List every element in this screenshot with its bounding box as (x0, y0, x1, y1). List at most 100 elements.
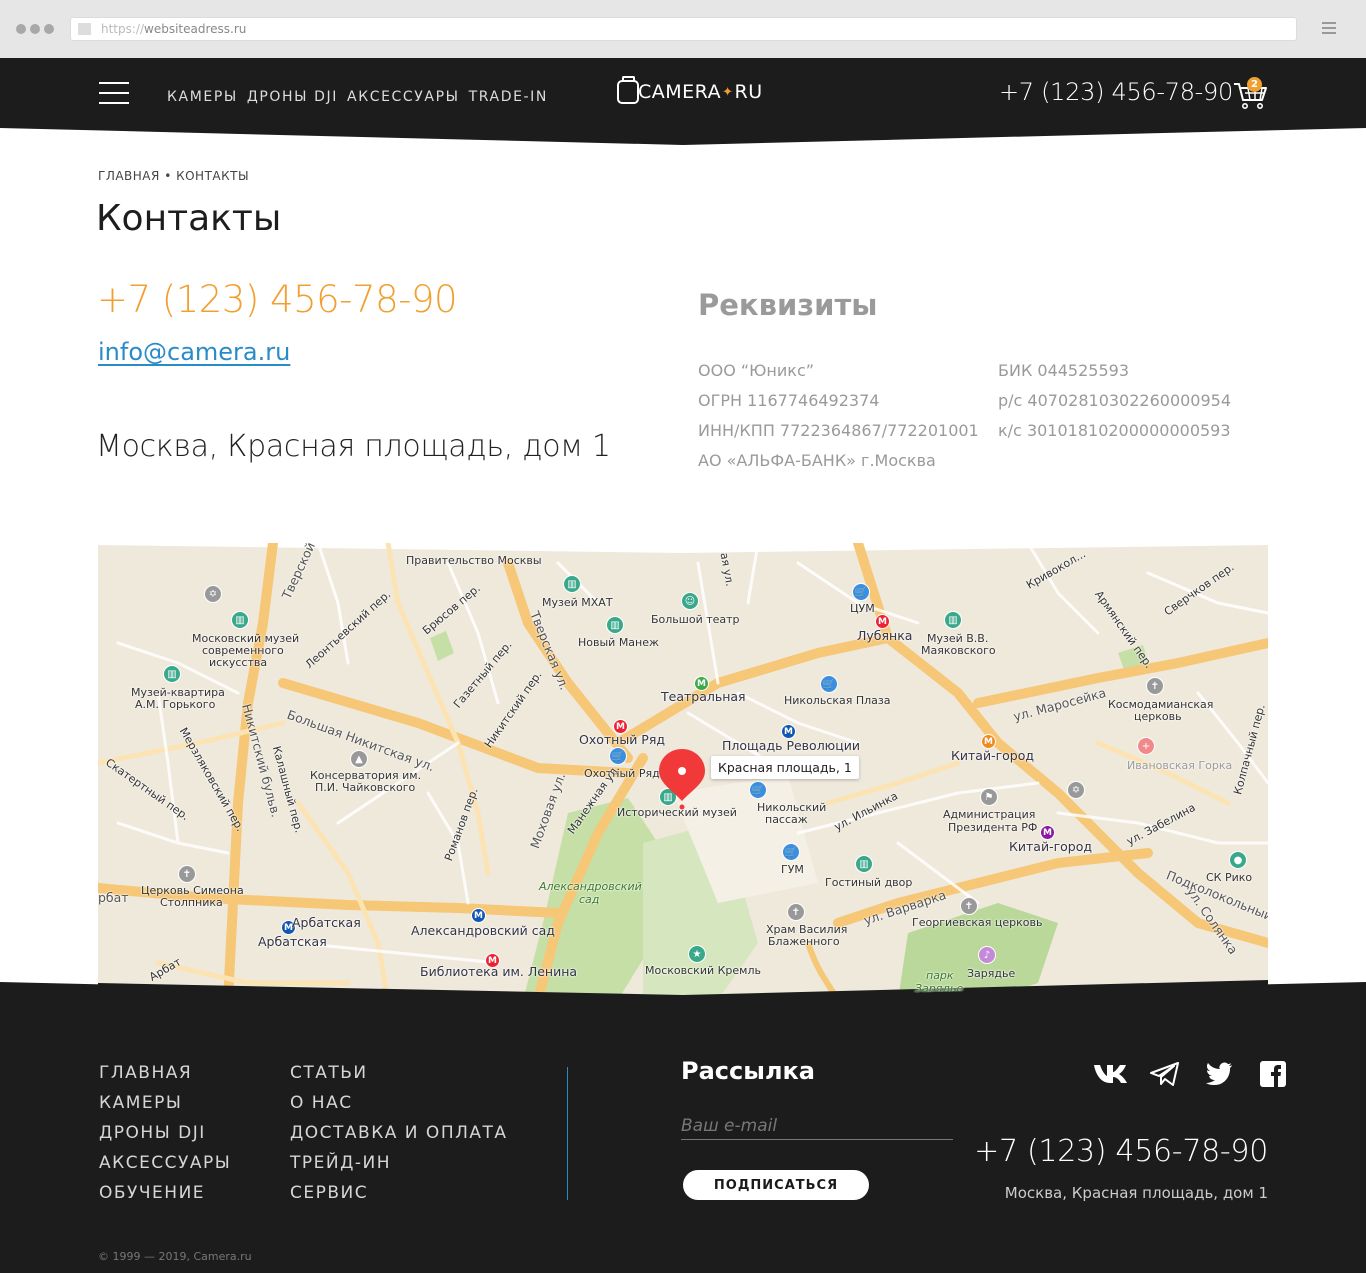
footer-link-articles[interactable]: СТАТЬИ (290, 1062, 508, 1084)
browser-chrome: https://websiteadress.ru (0, 0, 1366, 58)
map-label: Китай-город (1009, 839, 1093, 854)
contact-email-link[interactable]: info@camera.ru (98, 338, 290, 366)
twitter-icon[interactable] (1192, 1059, 1246, 1089)
footer-link-service[interactable]: СЕРВИС (290, 1182, 508, 1204)
map-label: Зарядье (967, 967, 1016, 980)
church-icon[interactable]: ✝ (787, 903, 805, 921)
footer-link-training[interactable]: ОБУЧЕНИЕ (99, 1182, 231, 1204)
address-bar[interactable]: https://websiteadress.ru (70, 17, 1297, 41)
cart-button[interactable]: 2 (1233, 77, 1269, 110)
footer-link-cameras[interactable]: КАМЕРЫ (99, 1092, 231, 1114)
sports-icon[interactable]: ● (1229, 851, 1247, 869)
church-icon[interactable]: ✝ (960, 897, 978, 915)
map-label: ГУМ (781, 863, 804, 876)
footer-link-about[interactable]: О НАС (290, 1092, 508, 1114)
map-label: Большой театр (651, 613, 740, 626)
breadcrumb-home[interactable]: ГЛАВНАЯ (98, 169, 160, 183)
shop-icon[interactable]: 🛒 (749, 781, 767, 799)
breadcrumb: ГЛАВНАЯ • КОНТАКТЫ (98, 169, 249, 183)
map-label: Президента РФ (948, 821, 1038, 834)
museum-icon[interactable]: ▥ (231, 611, 249, 629)
nav-drones[interactable]: ДРОНЫ DJI (247, 89, 338, 105)
map-label: Георгиевская церковь (912, 916, 1043, 929)
favicon-icon (78, 23, 91, 35)
nav-accessories[interactable]: АКСЕССУАРЫ (347, 89, 460, 105)
map-label: Администрация (943, 808, 1036, 821)
nav-cameras[interactable]: КАМЕРЫ (167, 89, 238, 105)
telegram-icon[interactable] (1138, 1059, 1192, 1089)
map-label: Александровский сад (411, 923, 555, 938)
map-label: церковь (1134, 710, 1182, 723)
map-label: сад (579, 893, 600, 906)
requisite-ogrn: ОГРН 1167746492374 (698, 391, 880, 410)
metro-red-icon[interactable]: M (875, 614, 890, 629)
map-label: ЦУМ (850, 602, 875, 615)
map-label: П.И. Чайковского (315, 781, 416, 794)
music-icon[interactable]: ♪ (978, 946, 996, 964)
church-icon[interactable]: ✝ (1146, 677, 1164, 695)
camera-logo-icon (617, 76, 639, 104)
footer-link-home[interactable]: ГЛАВНАЯ (99, 1062, 231, 1084)
theatre-icon[interactable]: ☺ (681, 592, 699, 610)
requisites-title: Реквизиты (698, 288, 878, 322)
flag-icon[interactable]: ⚑ (980, 788, 998, 806)
location-map[interactable]: ✡ ▥ ▥ ▥ ▥ ☺ 🛒 ▥ 🛒 ✝ ▲ 🛒 ▥ 🛒 ✡ ⚑ + 🛒 ▥ ● … (98, 543, 1268, 1000)
footer-phone[interactable]: +7 (123) 456-78-90 (974, 1134, 1268, 1169)
nav-trade-in[interactable]: TRADE-IN (469, 89, 548, 105)
page-title: Контакты (96, 198, 282, 239)
vk-icon[interactable] (1084, 1059, 1138, 1089)
location-pin-icon[interactable] (659, 749, 705, 811)
hospital-icon[interactable]: + (1137, 737, 1155, 755)
map-label: Столпника (160, 896, 223, 909)
url-text: https://websiteadress.ru (101, 22, 247, 36)
requisite-inn-kpp: ИНН/КПП 7722364867/772201001 (698, 421, 979, 440)
shop-icon[interactable]: 🛒 (820, 675, 838, 693)
footer-link-trade-in[interactable]: ТРЕЙД-ИН (290, 1152, 508, 1174)
map-label: пассаж (765, 813, 808, 826)
shop-icon[interactable]: 🛒 (852, 583, 870, 601)
hamburger-menu-icon[interactable] (99, 82, 129, 106)
window-controls[interactable] (16, 24, 54, 34)
shop-icon[interactable]: 🛒 (782, 843, 800, 861)
metro-purple-icon[interactable]: M (1040, 825, 1055, 840)
map-label: Музей МХАТ (542, 596, 613, 609)
museum-icon[interactable]: ▥ (163, 665, 181, 683)
footer-link-accessories[interactable]: АКСЕССУАРЫ (99, 1152, 231, 1174)
metro-blue-icon[interactable]: M (781, 724, 796, 739)
map-label: искусства (209, 656, 268, 669)
site-header: КАМЕРЫ ДРОНЫ DJI АКСЕССУАРЫ TRADE-IN CAM… (0, 58, 1366, 146)
museum-icon[interactable]: ▥ (606, 616, 624, 634)
church-icon[interactable]: ✝ (178, 865, 196, 883)
map-label: Маяковского (921, 644, 996, 657)
map-label: Блаженного (768, 935, 840, 948)
footer-link-delivery[interactable]: ДОСТАВКА И ОПЛАТА (290, 1122, 508, 1144)
main-nav: КАМЕРЫ ДРОНЫ DJI АКСЕССУАРЫ TRADE-IN (167, 89, 548, 105)
map-label: Охотный Ряд (579, 732, 666, 747)
breadcrumb-separator: • (164, 169, 172, 183)
museum-icon[interactable]: ▥ (944, 611, 962, 629)
star-icon[interactable]: ★ (688, 945, 706, 963)
cart-count-badge: 2 (1247, 77, 1262, 92)
museum-icon[interactable]: ▥ (563, 575, 581, 593)
breadcrumb-current: КОНТАКТЫ (176, 169, 250, 183)
map-label: А.М. Горького (135, 698, 216, 711)
contact-address: Москва, Красная площадь, дом 1 (96, 429, 611, 464)
footer-link-drones[interactable]: ДРОНЫ DJI (99, 1122, 231, 1144)
map-label: Никольская Плаза (784, 694, 891, 707)
site-logo[interactable]: CAMERA ✦ RU (617, 76, 763, 104)
header-phone[interactable]: +7 (123) 456-78-90 (999, 78, 1233, 106)
metro-orange-icon[interactable]: M (981, 734, 996, 749)
museum-icon[interactable]: ▥ (855, 855, 873, 873)
facebook-icon[interactable] (1246, 1059, 1286, 1089)
education-icon[interactable]: ▲ (350, 750, 368, 768)
synagogue-icon[interactable]: ✡ (204, 585, 222, 603)
metro-blue-icon[interactable]: M (471, 908, 486, 923)
requisite-company: ООО “Юникс” (698, 361, 815, 380)
map-label: Правительство Москвы (406, 554, 542, 567)
browser-menu-icon[interactable] (1322, 22, 1336, 37)
synagogue-icon[interactable]: ✡ (1067, 781, 1085, 799)
newsletter-email-input[interactable] (681, 1112, 953, 1140)
contact-phone[interactable]: +7 (123) 456-78-90 (97, 278, 458, 321)
subscribe-button[interactable]: ПОДПИСАТЬСЯ (683, 1170, 869, 1200)
footer-divider (567, 1067, 568, 1200)
